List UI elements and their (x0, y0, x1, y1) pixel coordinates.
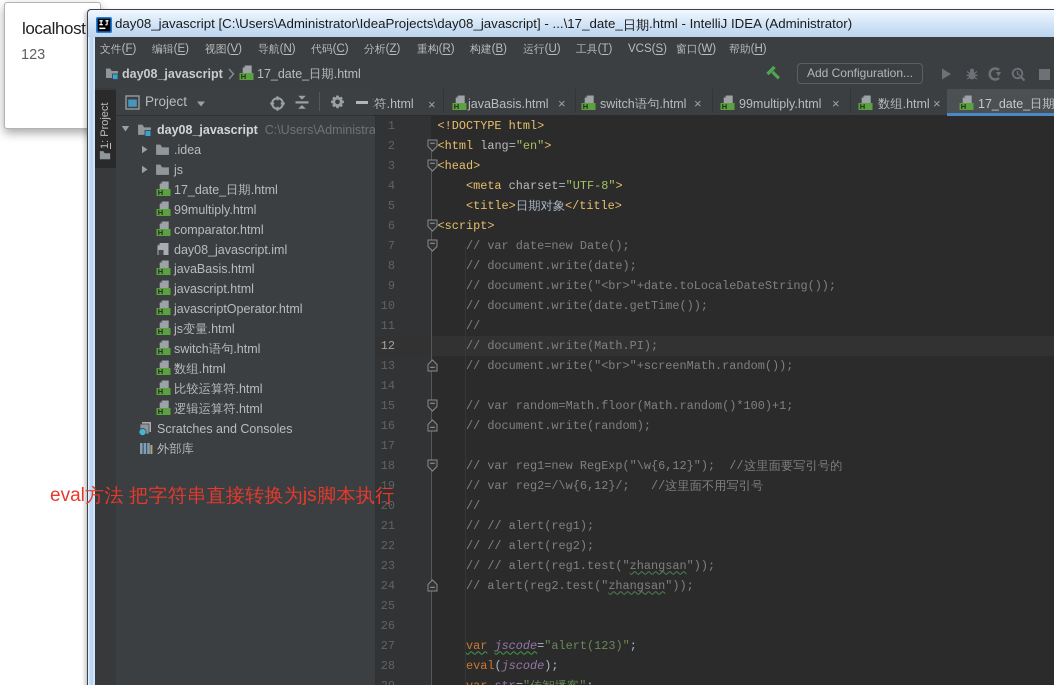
svg-text:H: H (583, 102, 588, 111)
svg-text:H: H (158, 188, 163, 197)
svg-text:H: H (158, 407, 163, 416)
svg-text:H: H (158, 267, 163, 276)
svg-text:H: H (158, 307, 163, 316)
svg-text:H: H (158, 327, 163, 336)
svg-text:H: H (158, 387, 163, 396)
svg-text:H: H (158, 228, 163, 237)
svg-text:H: H (454, 102, 459, 111)
svg-text:H: H (158, 367, 163, 376)
svg-text:H: H (158, 208, 163, 217)
svg-text:H: H (961, 102, 966, 111)
svg-text:H: H (241, 72, 246, 81)
svg-text:H: H (722, 102, 727, 111)
svg-text:H: H (158, 287, 163, 296)
svg-text:H: H (158, 347, 163, 356)
svg-text:H: H (860, 102, 865, 111)
